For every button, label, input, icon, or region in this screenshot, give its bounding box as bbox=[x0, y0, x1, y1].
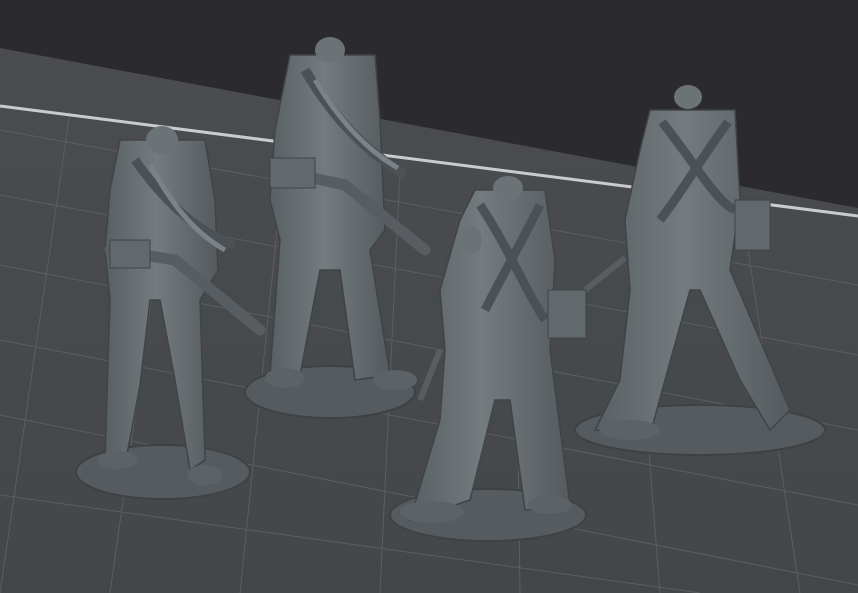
3d-viewport[interactable] bbox=[0, 0, 858, 593]
figure-head bbox=[674, 85, 702, 109]
boot-left bbox=[265, 368, 305, 388]
rifle-receiver bbox=[109, 239, 151, 269]
scene-canvas[interactable] bbox=[0, 0, 858, 593]
figure-head bbox=[493, 176, 523, 200]
boot-right bbox=[373, 370, 417, 390]
boot-right bbox=[187, 465, 223, 485]
pouch bbox=[547, 289, 587, 339]
figure-head bbox=[146, 126, 178, 154]
boot-left bbox=[98, 451, 138, 469]
boot-right bbox=[528, 496, 572, 514]
pouch bbox=[734, 199, 771, 251]
figure-head bbox=[315, 37, 345, 63]
base-disc bbox=[75, 444, 251, 500]
shoulder bbox=[458, 226, 482, 254]
rifle-receiver bbox=[269, 157, 316, 189]
boot-left bbox=[600, 420, 660, 440]
boot-left bbox=[400, 501, 464, 523]
